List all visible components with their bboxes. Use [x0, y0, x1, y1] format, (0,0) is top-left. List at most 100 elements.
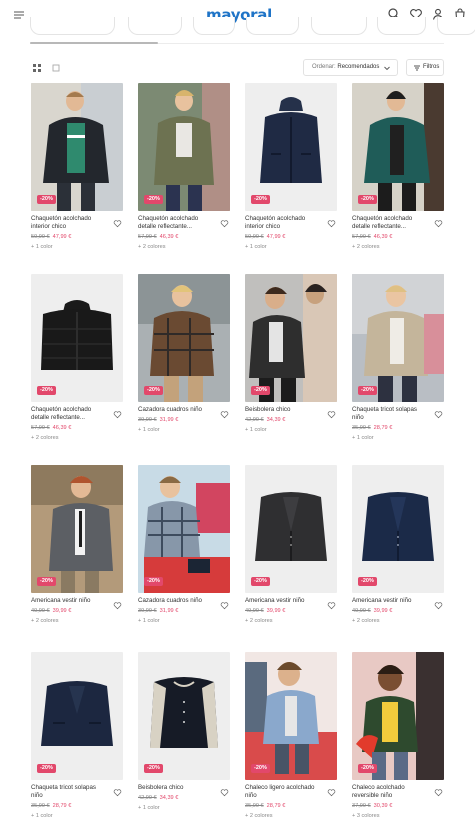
- wishlist-heart-icon[interactable]: [113, 406, 122, 419]
- product-image[interactable]: -20%: [245, 274, 337, 402]
- sale-price: 34,39 €: [159, 795, 179, 801]
- product-image[interactable]: -20%: [31, 652, 123, 780]
- price-row: 39,99 €31,99 €: [138, 607, 178, 615]
- sort-label: Ordenar:: [312, 64, 336, 70]
- color-count: + 2 colores: [352, 618, 380, 624]
- wishlist-heart-icon[interactable]: [327, 406, 336, 419]
- wishlist-heart-icon[interactable]: [220, 215, 229, 228]
- product-image[interactable]: -20%: [138, 652, 230, 780]
- product-title[interactable]: Chaquetón acolchado detalle reflectante.…: [31, 406, 109, 423]
- color-count: + 2 colores: [245, 618, 273, 624]
- price-row: 35,99 €28,79 €: [352, 424, 392, 432]
- category-chip[interactable]: [377, 17, 426, 35]
- grid-view-icon[interactable]: [31, 61, 43, 73]
- product-image[interactable]: -20%: [138, 274, 230, 402]
- color-count: + 1 color: [245, 244, 267, 250]
- product-title[interactable]: Americana vestir niño: [31, 597, 109, 605]
- price-row: 57,99 €46,39 €: [352, 233, 392, 241]
- view-toggle: [31, 61, 62, 73]
- discount-badge: -20%: [358, 386, 377, 395]
- product-title[interactable]: Chaquetón acolchado interior chico: [31, 215, 109, 232]
- sale-price: 30,39 €: [373, 803, 393, 809]
- old-price: 57,99 €: [31, 425, 50, 431]
- wishlist-heart-icon[interactable]: [434, 215, 443, 228]
- product-image[interactable]: -20%: [245, 465, 337, 593]
- wishlist-heart-icon[interactable]: [220, 784, 229, 797]
- filters-button[interactable]: Filtros: [406, 59, 444, 76]
- old-price: 49,99 €: [352, 608, 371, 614]
- wishlist-heart-icon[interactable]: [434, 406, 443, 419]
- product-title[interactable]: Chaqueta tricot solapas niño: [31, 784, 109, 801]
- product-title[interactable]: Cazadora cuadros niño: [138, 597, 216, 605]
- old-price: 57,99 €: [138, 234, 157, 240]
- product-image[interactable]: -20%: [352, 83, 444, 211]
- product-image[interactable]: -20%: [245, 652, 337, 780]
- product-image[interactable]: -20%: [352, 274, 444, 402]
- price-row: 57,99 €46,39 €: [31, 424, 71, 432]
- color-count: + 1 color: [138, 427, 160, 433]
- discount-badge: -20%: [37, 195, 56, 204]
- price-row: 49,99 €39,99 €: [352, 607, 392, 615]
- wishlist-heart-icon[interactable]: [327, 597, 336, 610]
- product-title[interactable]: Chaleco ligero acolchado niño: [245, 784, 323, 801]
- old-price: 39,99 €: [138, 608, 157, 614]
- product-image[interactable]: -20%: [31, 274, 123, 402]
- wishlist-heart-icon[interactable]: [327, 215, 336, 228]
- sale-price: 39,99 €: [266, 608, 286, 614]
- product-image[interactable]: -20%: [245, 83, 337, 211]
- product-title[interactable]: Chaquetón acolchado interior chico: [245, 215, 323, 232]
- price-row: 39,99 €31,99 €: [138, 416, 178, 424]
- sort-value: Recomendados: [337, 64, 380, 70]
- product-image[interactable]: -20%: [138, 83, 230, 211]
- sale-price: 28,79 €: [52, 803, 72, 809]
- product-title[interactable]: Americana vestir niño: [352, 597, 430, 605]
- color-count: + 2 colores: [245, 813, 273, 819]
- discount-badge: -20%: [144, 577, 163, 586]
- sale-price: 46,39 €: [52, 425, 72, 431]
- wishlist-heart-icon[interactable]: [220, 406, 229, 419]
- category-chip[interactable]: [128, 17, 182, 35]
- single-view-icon[interactable]: [50, 61, 62, 73]
- category-chip[interactable]: [437, 17, 475, 35]
- chips-scroll-thumb[interactable]: [30, 42, 158, 44]
- old-price: 35,99 €: [352, 425, 371, 431]
- color-count: + 2 colores: [138, 244, 166, 250]
- color-count: + 1 color: [352, 435, 374, 441]
- product-title[interactable]: Cazadora cuadros niño: [138, 406, 216, 414]
- wishlist-heart-icon[interactable]: [113, 597, 122, 610]
- sale-price: 46,39 €: [159, 234, 179, 240]
- wishlist-heart-icon[interactable]: [220, 597, 229, 610]
- old-price: 57,99 €: [352, 234, 371, 240]
- wishlist-heart-icon[interactable]: [327, 784, 336, 797]
- wishlist-heart-icon[interactable]: [434, 784, 443, 797]
- category-chip[interactable]: [311, 17, 367, 35]
- product-image[interactable]: -20%: [352, 652, 444, 780]
- wishlist-heart-icon[interactable]: [434, 597, 443, 610]
- sale-price: 47,99 €: [266, 234, 286, 240]
- wishlist-heart-icon[interactable]: [113, 215, 122, 228]
- product-title[interactable]: Chaquetón acolchado detalle reflectante.…: [352, 215, 430, 232]
- color-count: + 1 color: [31, 244, 53, 250]
- product-title[interactable]: Americana vestir niño: [245, 597, 323, 605]
- product-image[interactable]: -20%: [352, 465, 444, 593]
- old-price: 59,99 €: [31, 234, 50, 240]
- product-title[interactable]: Chaquetón acolchado detalle reflectante.…: [138, 215, 216, 232]
- product-title[interactable]: Chaleco acolchado reversible niño: [352, 784, 430, 801]
- sale-price: 31,99 €: [159, 417, 179, 423]
- product-image[interactable]: -20%: [31, 465, 123, 593]
- color-count: + 2 colores: [352, 244, 380, 250]
- old-price: 37,99 €: [352, 803, 371, 809]
- product-title[interactable]: Beisbolera chico: [138, 784, 216, 792]
- old-price: 49,99 €: [245, 608, 264, 614]
- price-row: 42,99 €34,39 €: [245, 416, 285, 424]
- sort-dropdown[interactable]: Ordenar: Recomendados: [303, 59, 398, 76]
- product-image[interactable]: -20%: [138, 465, 230, 593]
- category-chip[interactable]: [246, 17, 299, 35]
- product-title[interactable]: Beisbolera chico: [245, 406, 323, 414]
- category-chip[interactable]: [193, 17, 235, 35]
- product-title[interactable]: Chaqueta tricot solapas niño: [352, 406, 430, 423]
- sale-price: 34,39 €: [266, 417, 286, 423]
- product-image[interactable]: -20%: [31, 83, 123, 211]
- category-chip[interactable]: [30, 17, 115, 35]
- wishlist-heart-icon[interactable]: [113, 784, 122, 797]
